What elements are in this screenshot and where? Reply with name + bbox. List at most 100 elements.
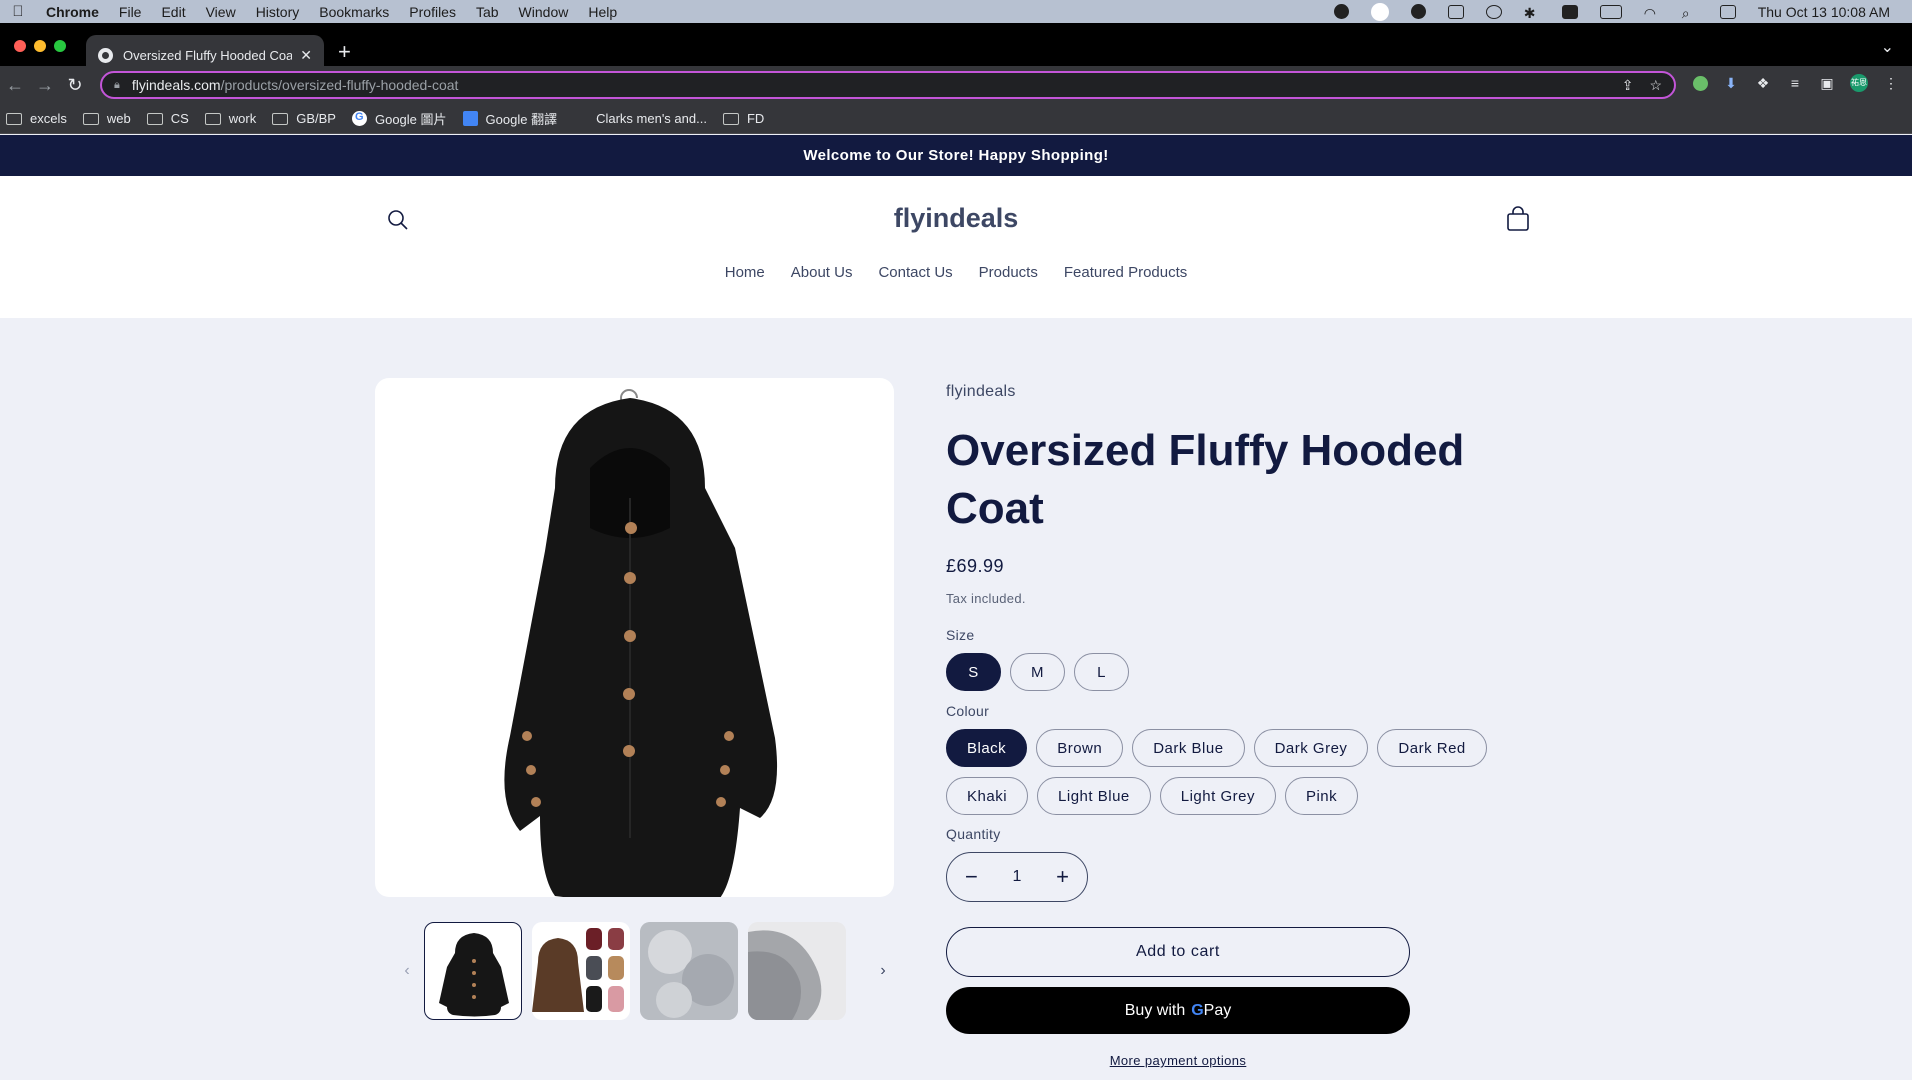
cart-icon[interactable] xyxy=(1506,206,1530,232)
pay-label: Pay xyxy=(1203,1001,1232,1019)
bookmark-web[interactable]: web xyxy=(82,111,131,126)
tab-title: Oversized Fluffy Hooded Coat xyxy=(123,47,293,63)
browser-toolbar: ← → ↻ 🔒︎ flyindeals.com/products/oversiz… xyxy=(0,66,1912,104)
add-to-cart-button[interactable]: Add to cart xyxy=(946,927,1410,977)
bookmark-google-images[interactable]: Google 圖片 xyxy=(351,109,447,128)
nav-products[interactable]: Products xyxy=(979,264,1038,281)
forward-button[interactable]: → xyxy=(30,75,60,96)
chevron-down-icon[interactable]: ⌄ xyxy=(1881,37,1894,57)
menubar-clock[interactable]: Thu Oct 13 10:08 AM xyxy=(1758,4,1890,20)
close-icon[interactable]: ✕ xyxy=(300,47,312,64)
bookmark-work[interactable]: work xyxy=(204,111,256,126)
folder-icon xyxy=(6,112,22,125)
nav-home[interactable]: Home xyxy=(725,264,765,281)
network-icon[interactable] xyxy=(1447,4,1464,19)
nav-contact-us[interactable]: Contact Us xyxy=(878,264,952,281)
lock-icon[interactable]: 🔒︎ xyxy=(114,79,120,92)
thumbnail-next-arrow-icon[interactable]: › xyxy=(866,962,900,980)
bookmark-label: Google 翻譯 xyxy=(485,112,558,127)
colour-option-dark-grey[interactable]: Dark Grey xyxy=(1253,729,1369,767)
menu-tab[interactable]: Tab xyxy=(466,4,509,20)
colour-option-light-blue[interactable]: Light Blue xyxy=(1037,777,1151,815)
menu-view[interactable]: View xyxy=(196,4,246,20)
wechat-icon[interactable] xyxy=(1410,4,1426,19)
bookmark-cs[interactable]: CS xyxy=(146,111,189,126)
product-price: £69.99 xyxy=(946,556,1005,576)
reload-button[interactable]: ↻ xyxy=(60,75,90,96)
download-icon[interactable]: ⬇ xyxy=(1722,74,1740,92)
google-pay-button[interactable]: Buy with G Pay xyxy=(946,987,1410,1034)
new-tab-button[interactable]: + xyxy=(338,39,351,65)
colour-option-brown[interactable]: Brown xyxy=(1036,729,1124,767)
play-icon[interactable] xyxy=(1485,4,1502,19)
colour-option-light-grey[interactable]: Light Grey xyxy=(1159,777,1276,815)
menu-file[interactable]: File xyxy=(109,4,152,20)
menu-bookmarks[interactable]: Bookmarks xyxy=(309,4,399,20)
bookmark-gb-bp[interactable]: GB/BP xyxy=(272,111,336,126)
size-option-m[interactable]: M xyxy=(1010,653,1065,691)
moon-app-icon[interactable] xyxy=(1370,2,1389,21)
kebab-menu-icon[interactable]: ⋮ xyxy=(1882,74,1900,92)
menu-profiles[interactable]: Profiles xyxy=(399,4,466,20)
side-panel-icon[interactable]: ▣ xyxy=(1818,74,1836,92)
menu-app-name[interactable]: Chrome xyxy=(36,4,109,20)
url-host: flyindeals.com xyxy=(131,77,221,93)
input-method-icon[interactable] xyxy=(1561,4,1578,19)
line-app-icon[interactable] xyxy=(1333,4,1349,19)
minimize-window-button[interactable] xyxy=(34,40,46,52)
thumbnail-sleeve-closeup[interactable] xyxy=(748,922,846,1020)
nav-about-us[interactable]: About Us xyxy=(791,264,853,281)
main-nav: Home About Us Contact Us Products Featur… xyxy=(0,264,1912,281)
store-header: flyindeals Home About Us Contact Us Prod… xyxy=(0,176,1912,318)
nav-featured-products[interactable]: Featured Products xyxy=(1064,264,1187,281)
bookmark-label: Google 圖片 xyxy=(374,112,447,127)
bookmark-clarks[interactable]: Clarks men's and... xyxy=(573,111,707,126)
menu-history[interactable]: History xyxy=(246,4,310,20)
back-button[interactable]: ← xyxy=(0,75,30,96)
more-payment-options-link[interactable]: More payment options xyxy=(946,1053,1410,1068)
tax-note: Tax included. xyxy=(946,591,1026,606)
apple-icon[interactable]:  xyxy=(0,3,36,20)
colour-option-black[interactable]: Black xyxy=(946,729,1028,767)
thumbnail-fabric-closeup[interactable] xyxy=(640,922,738,1020)
profile-avatar[interactable]: 祐恩 xyxy=(1850,74,1868,92)
colour-option-dark-red[interactable]: Dark Red xyxy=(1377,729,1487,767)
share-icon[interactable]: ⇪ xyxy=(1622,77,1634,94)
colour-option-khaki[interactable]: Khaki xyxy=(946,777,1029,815)
bookmark-label: excels xyxy=(30,111,67,126)
battery-icon[interactable] xyxy=(1599,4,1622,19)
colour-option-dark-blue[interactable]: Dark Blue xyxy=(1132,729,1245,767)
star-icon[interactable]: ☆ xyxy=(1649,77,1662,94)
product-info: flyindeals Oversized Fluffy Hooded Coat … xyxy=(946,378,1546,1068)
extension-green-icon[interactable] xyxy=(1693,75,1708,91)
bookmark-excels[interactable]: excels xyxy=(6,111,67,126)
size-option-s[interactable]: S xyxy=(946,653,1001,691)
quantity-input[interactable]: 1 xyxy=(1013,868,1022,886)
store-logo[interactable]: flyindeals xyxy=(0,203,1912,234)
menu-window[interactable]: Window xyxy=(509,4,579,20)
plus-icon[interactable]: + xyxy=(1056,864,1069,890)
status-tray: ✱ ◠ ⌕ Thu Oct 13 10:08 AM xyxy=(1333,2,1912,21)
product-main-image[interactable] xyxy=(375,378,894,897)
close-window-button[interactable] xyxy=(14,40,26,52)
minus-icon[interactable]: − xyxy=(965,864,978,890)
colour-option-pink[interactable]: Pink xyxy=(1284,777,1359,815)
menu-help[interactable]: Help xyxy=(578,4,627,20)
zoom-window-button[interactable] xyxy=(54,40,66,52)
folder-icon xyxy=(82,112,99,125)
thumbnail-prev-arrow-icon[interactable]: ‹ xyxy=(390,962,424,980)
spotlight-icon[interactable]: ⌕ xyxy=(1682,5,1698,21)
wifi-icon[interactable]: ◠ xyxy=(1644,5,1660,21)
control-center-icon[interactable] xyxy=(1719,4,1736,19)
menu-edit[interactable]: Edit xyxy=(151,4,195,20)
thumbnail-colour-variants[interactable] xyxy=(532,922,630,1020)
bookmark-fd[interactable]: FD xyxy=(722,111,764,126)
bookmark-google-translate[interactable]: Google 翻譯 xyxy=(462,109,558,128)
puzzle-icon[interactable]: ❖ xyxy=(1754,74,1772,92)
thumbnail-black-coat[interactable] xyxy=(424,922,522,1020)
address-bar[interactable]: 🔒︎ flyindeals.com/products/oversized-flu… xyxy=(100,71,1676,99)
bookmark-label: GB/BP xyxy=(296,111,336,126)
bluetooth-icon[interactable]: ✱ xyxy=(1524,5,1540,21)
reading-list-icon[interactable]: ≡ xyxy=(1786,74,1804,92)
size-option-l[interactable]: L xyxy=(1074,653,1129,691)
